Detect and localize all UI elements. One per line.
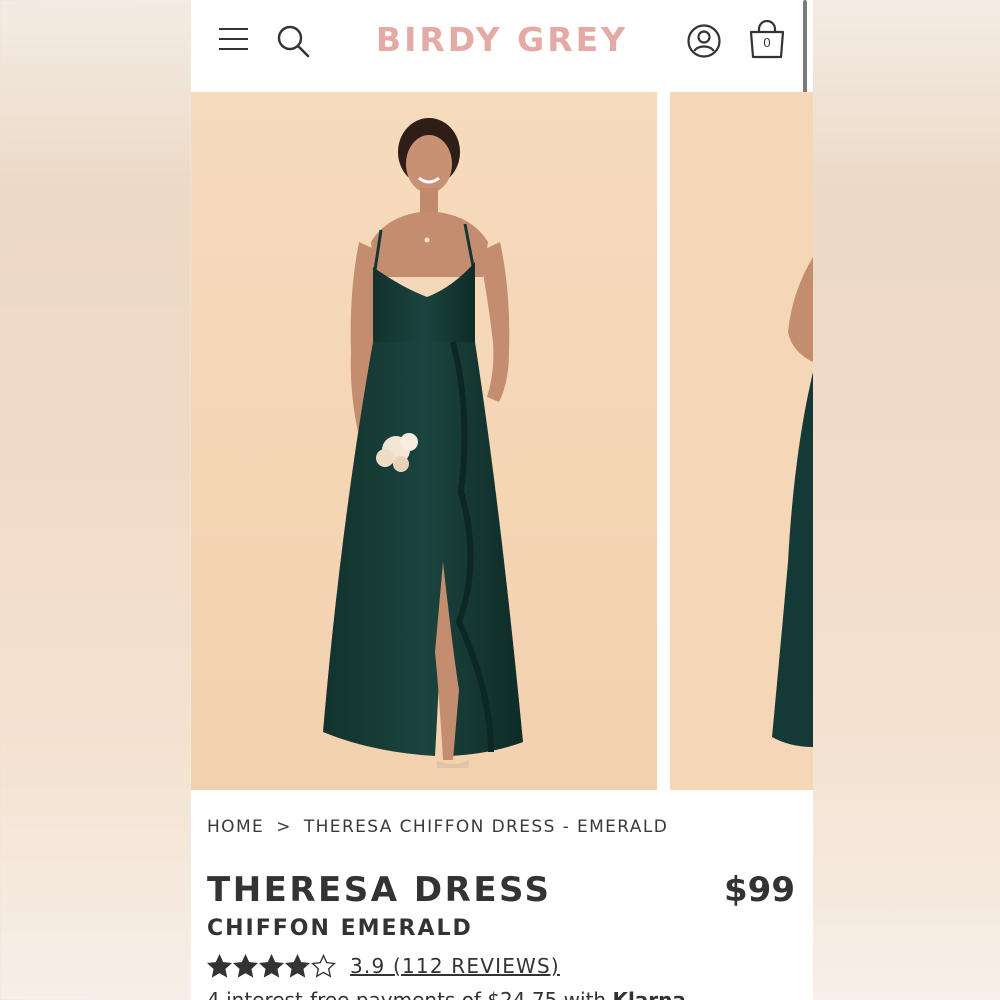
model-side-view-image — [670, 92, 813, 790]
star-rating — [207, 953, 336, 979]
background-blur-right — [813, 0, 1000, 1000]
breadcrumb: HOME > THERESA CHIFFON DRESS - EMERALD — [207, 817, 668, 837]
rating-row: 3.9 (112 REVIEWS) — [207, 951, 560, 981]
klarna-payment-text: 4 interest-free payments of $24.75 with … — [207, 988, 694, 1000]
product-price: $99 — [724, 870, 795, 910]
klarna-installments: 4 interest-free payments of $24.75 with — [207, 988, 607, 1000]
klarna-logo[interactable]: Klarna. — [612, 988, 693, 1000]
reviews-link[interactable]: 3.9 (112 REVIEWS) — [350, 954, 560, 978]
product-page: BIRDY GREY 0 HOME > THERESA CHIFFON DRES… — [191, 0, 813, 1000]
background-blur-left — [0, 0, 191, 1000]
cart-count: 0 — [763, 35, 771, 50]
star-icon — [233, 953, 258, 978]
product-subtitle: CHIFFON EMERALD — [207, 916, 473, 941]
star-icon — [207, 953, 232, 978]
model-in-dress-image — [191, 92, 657, 790]
account-icon[interactable] — [687, 24, 721, 58]
breadcrumb-home-link[interactable]: HOME — [207, 817, 264, 837]
scrollbar[interactable] — [803, 0, 807, 104]
star-icon — [285, 953, 310, 978]
product-image-next[interactable] — [670, 92, 813, 790]
star-icon — [259, 953, 284, 978]
site-header: BIRDY GREY 0 — [191, 0, 813, 90]
star-icon — [311, 953, 336, 978]
shopping-bag-button[interactable]: 0 — [748, 19, 786, 60]
product-image-main[interactable] — [191, 92, 657, 790]
search-icon[interactable] — [276, 24, 310, 58]
breadcrumb-current: THERESA CHIFFON DRESS - EMERALD — [303, 817, 669, 837]
hamburger-menu-icon[interactable] — [219, 26, 249, 52]
product-title: THERESA DRESS — [207, 870, 552, 910]
breadcrumb-separator: > — [276, 817, 292, 837]
brand-logo[interactable]: BIRDY GREY — [351, 20, 653, 59]
